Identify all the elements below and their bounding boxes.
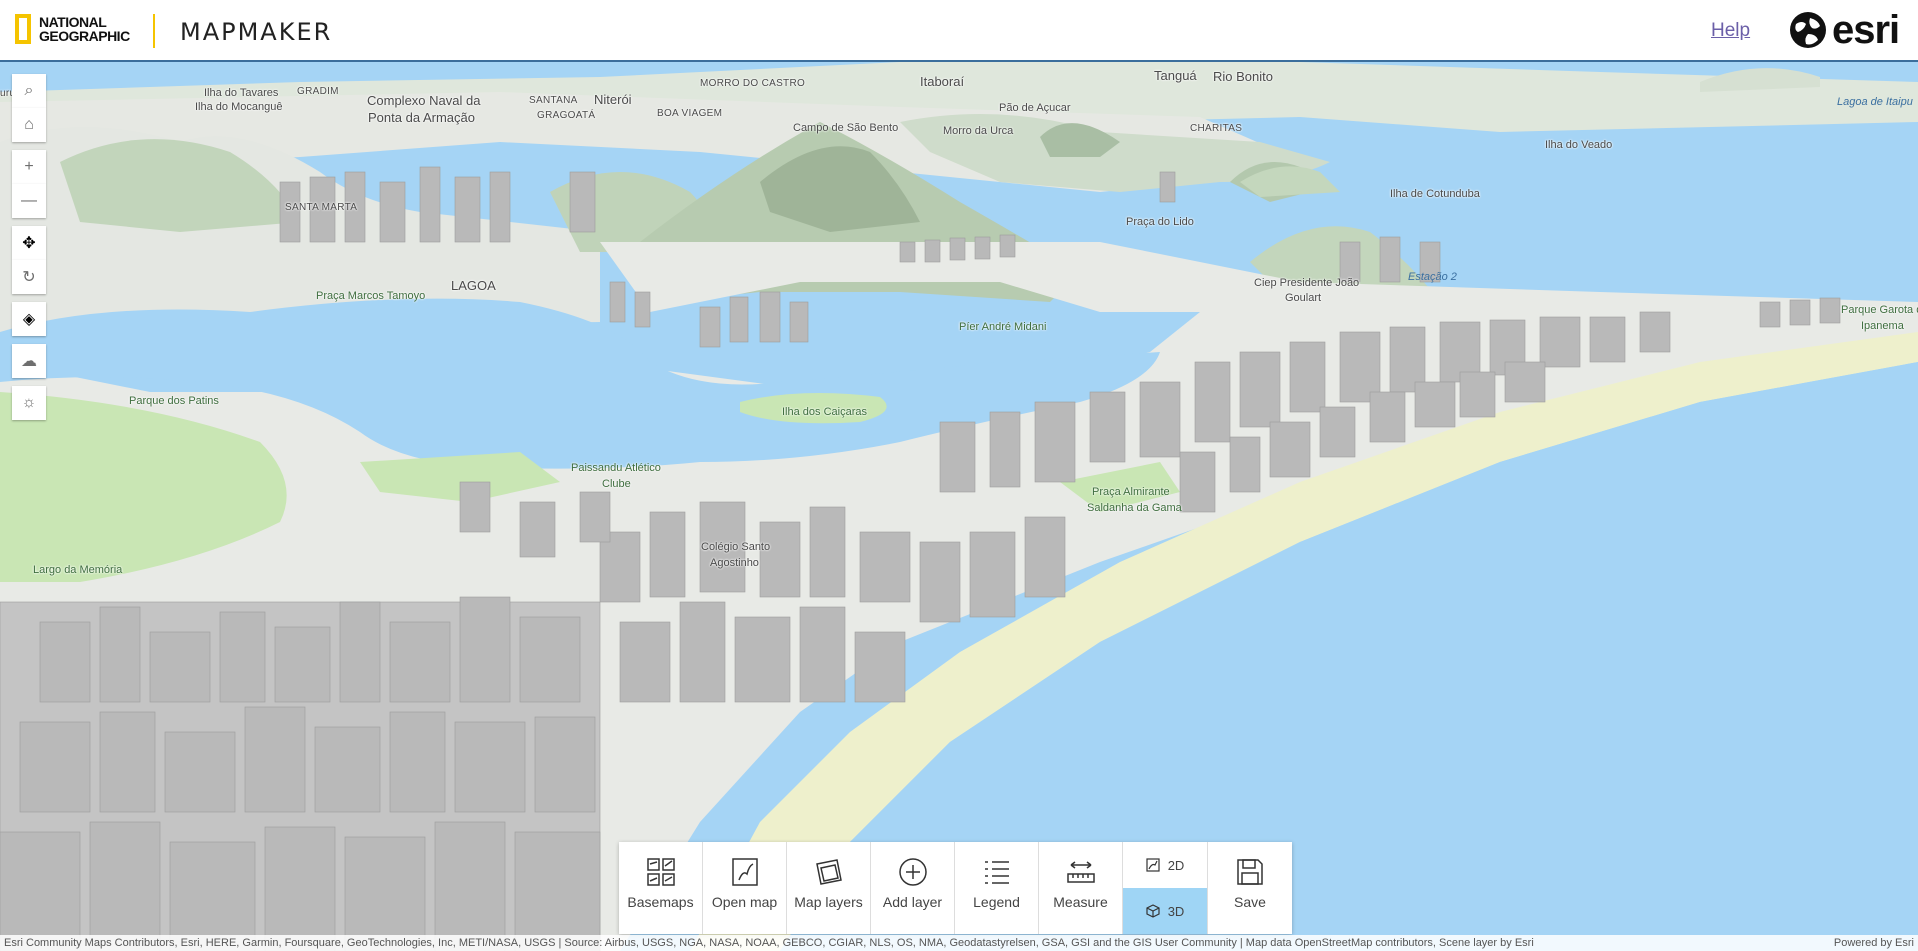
add-layer-button[interactable]: Add layer xyxy=(871,842,955,934)
map-label: Agostinho xyxy=(710,557,759,569)
open-map-label: Open map xyxy=(711,894,778,910)
view-3d-label: 3D xyxy=(1167,903,1185,919)
map-label: Praça Marcos Tamoyo xyxy=(316,290,426,302)
rotate-icon[interactable]: ↻ xyxy=(12,260,46,294)
measure-label: Measure xyxy=(1053,894,1108,910)
map-label: Parque dos Patins xyxy=(129,395,219,407)
map-label: GRAGOATÁ xyxy=(537,110,596,121)
map-label: Ilha do Mocanguê xyxy=(195,101,283,113)
view-mode-toggle: 2D 3D xyxy=(1123,842,1208,934)
help-link[interactable]: Help xyxy=(1711,20,1750,42)
map-label: Ciep Presidente João xyxy=(1254,277,1360,289)
map-label: Clube xyxy=(602,478,631,490)
compass-icon[interactable]: ◈ xyxy=(12,302,46,336)
map-label: BOA VIAGEM xyxy=(657,108,723,119)
map-label: GRADIM xyxy=(297,86,339,97)
map-label: Morro da Urca xyxy=(943,125,1014,137)
esri-wordmark: esri xyxy=(1832,8,1900,52)
map-label: Ilha do Tavares xyxy=(204,87,279,99)
map-label: Paissandu Atlético xyxy=(571,462,661,474)
app-title: MAPMAKER xyxy=(180,18,333,46)
save-label: Save xyxy=(1234,894,1266,910)
measure-button[interactable]: Measure xyxy=(1039,842,1123,934)
map-label: CHARITAS xyxy=(1190,123,1243,134)
map-label: Ponta da Armação xyxy=(368,110,475,125)
map-label: MORRO DO CASTRO xyxy=(700,78,806,89)
view-2d-label: 2D xyxy=(1167,857,1185,873)
map-scene[interactable] xyxy=(0,62,1918,951)
add-circle-icon xyxy=(898,858,927,886)
map-label: Niterói xyxy=(594,92,632,107)
map-label: Ipanema xyxy=(1861,320,1904,332)
home-icon[interactable]: ⌂ xyxy=(12,108,46,142)
bottom-toolbar: Basemaps Open map Map layers Add layer L… xyxy=(619,842,1292,934)
map-layers-label: Map layers xyxy=(794,894,863,910)
esri-logo[interactable]: esri xyxy=(1788,8,1900,52)
save-icon xyxy=(1237,859,1263,885)
search-icon[interactable]: ⌕ xyxy=(12,74,46,108)
map-label: Ilha de Cotunduba xyxy=(1390,188,1480,200)
map-label: Parque Garota de xyxy=(1841,304,1918,316)
map-label: Praça do Lido xyxy=(1126,216,1194,228)
powered-by-esri[interactable]: Powered by Esri xyxy=(1834,935,1914,951)
ng-logo-line2: GEOGRAPHIC xyxy=(39,28,130,44)
save-button[interactable]: Save xyxy=(1208,842,1292,934)
map-label: Goulart xyxy=(1285,292,1322,304)
map-attribution: Esri Community Maps Contributors, Esri, … xyxy=(0,935,1918,951)
map-view-3d[interactable]: urubaíba Ilha do Tavares GRADIM Ilha do … xyxy=(0,62,1918,951)
map-label: Pão de Açucar xyxy=(999,102,1071,114)
map-label: SANTANA xyxy=(529,95,578,106)
map-2d-icon xyxy=(1146,858,1160,872)
map-label: Largo da Memória xyxy=(33,564,123,576)
map-label: Colégio Santo xyxy=(701,541,771,553)
legend-button[interactable]: Legend xyxy=(955,842,1039,934)
map-label: Complexo Naval da xyxy=(367,93,481,108)
basemaps-label: Basemaps xyxy=(627,894,694,910)
view-2d-button[interactable]: 2D xyxy=(1123,842,1207,888)
attribution-text[interactable]: Esri Community Maps Contributors, Esri, … xyxy=(4,935,1534,951)
add-layer-label: Add layer xyxy=(882,894,943,910)
cube-icon xyxy=(1146,904,1160,918)
layers-icon xyxy=(815,859,842,885)
legend-label: Legend xyxy=(973,894,1020,910)
zoom-in-icon[interactable]: + xyxy=(12,150,46,184)
view-3d-button[interactable]: 3D xyxy=(1123,888,1207,934)
map-label: Píer André Midani xyxy=(959,321,1047,333)
open-map-icon xyxy=(731,858,758,886)
map-label: Rio Bonito xyxy=(1213,69,1273,84)
legend-icon xyxy=(984,861,1009,884)
app-header: NATIONAL GEOGRAPHIC MAPMAKER Help esri xyxy=(0,0,1918,62)
weather-icon[interactable]: ☁ xyxy=(12,344,46,378)
map-label: Itaboraí xyxy=(920,74,965,89)
basemaps-icon xyxy=(646,858,675,886)
map-label: Ilha do Veado xyxy=(1545,139,1613,151)
map-label: SANTA MARTA xyxy=(285,202,358,213)
map-label: Lagoa de Itaipu xyxy=(1837,96,1913,108)
pan-icon[interactable]: ✥ xyxy=(12,226,46,260)
zoom-out-icon[interactable]: — xyxy=(12,184,46,218)
measure-icon xyxy=(1066,861,1095,883)
map-label: Ilha dos Caiçaras xyxy=(782,406,867,418)
map-label: Saldanha da Gama xyxy=(1087,502,1182,514)
basemaps-button[interactable]: Basemaps xyxy=(619,842,703,934)
daylight-icon[interactable]: ☼ xyxy=(12,386,46,420)
map-nav-tools: ⌕ ⌂ + — ✥ ↻ ◈ ☁ ☼ xyxy=(12,74,46,428)
map-label: Tanguá xyxy=(1154,68,1197,83)
ng-yellow-border-icon xyxy=(15,14,31,44)
map-label: Praça Almirante xyxy=(1092,486,1170,498)
ng-logo-line1: NATIONAL xyxy=(39,14,107,30)
map-layers-button[interactable]: Map layers xyxy=(787,842,871,934)
map-label: Campo de São Bento xyxy=(793,122,899,134)
globe-icon xyxy=(1790,12,1826,48)
open-map-button[interactable]: Open map xyxy=(703,842,787,934)
map-label: LAGOA xyxy=(451,278,496,293)
header-divider xyxy=(153,14,155,48)
national-geographic-logo[interactable]: NATIONAL GEOGRAPHIC xyxy=(15,14,130,44)
map-label: Estação 2 xyxy=(1408,271,1457,283)
